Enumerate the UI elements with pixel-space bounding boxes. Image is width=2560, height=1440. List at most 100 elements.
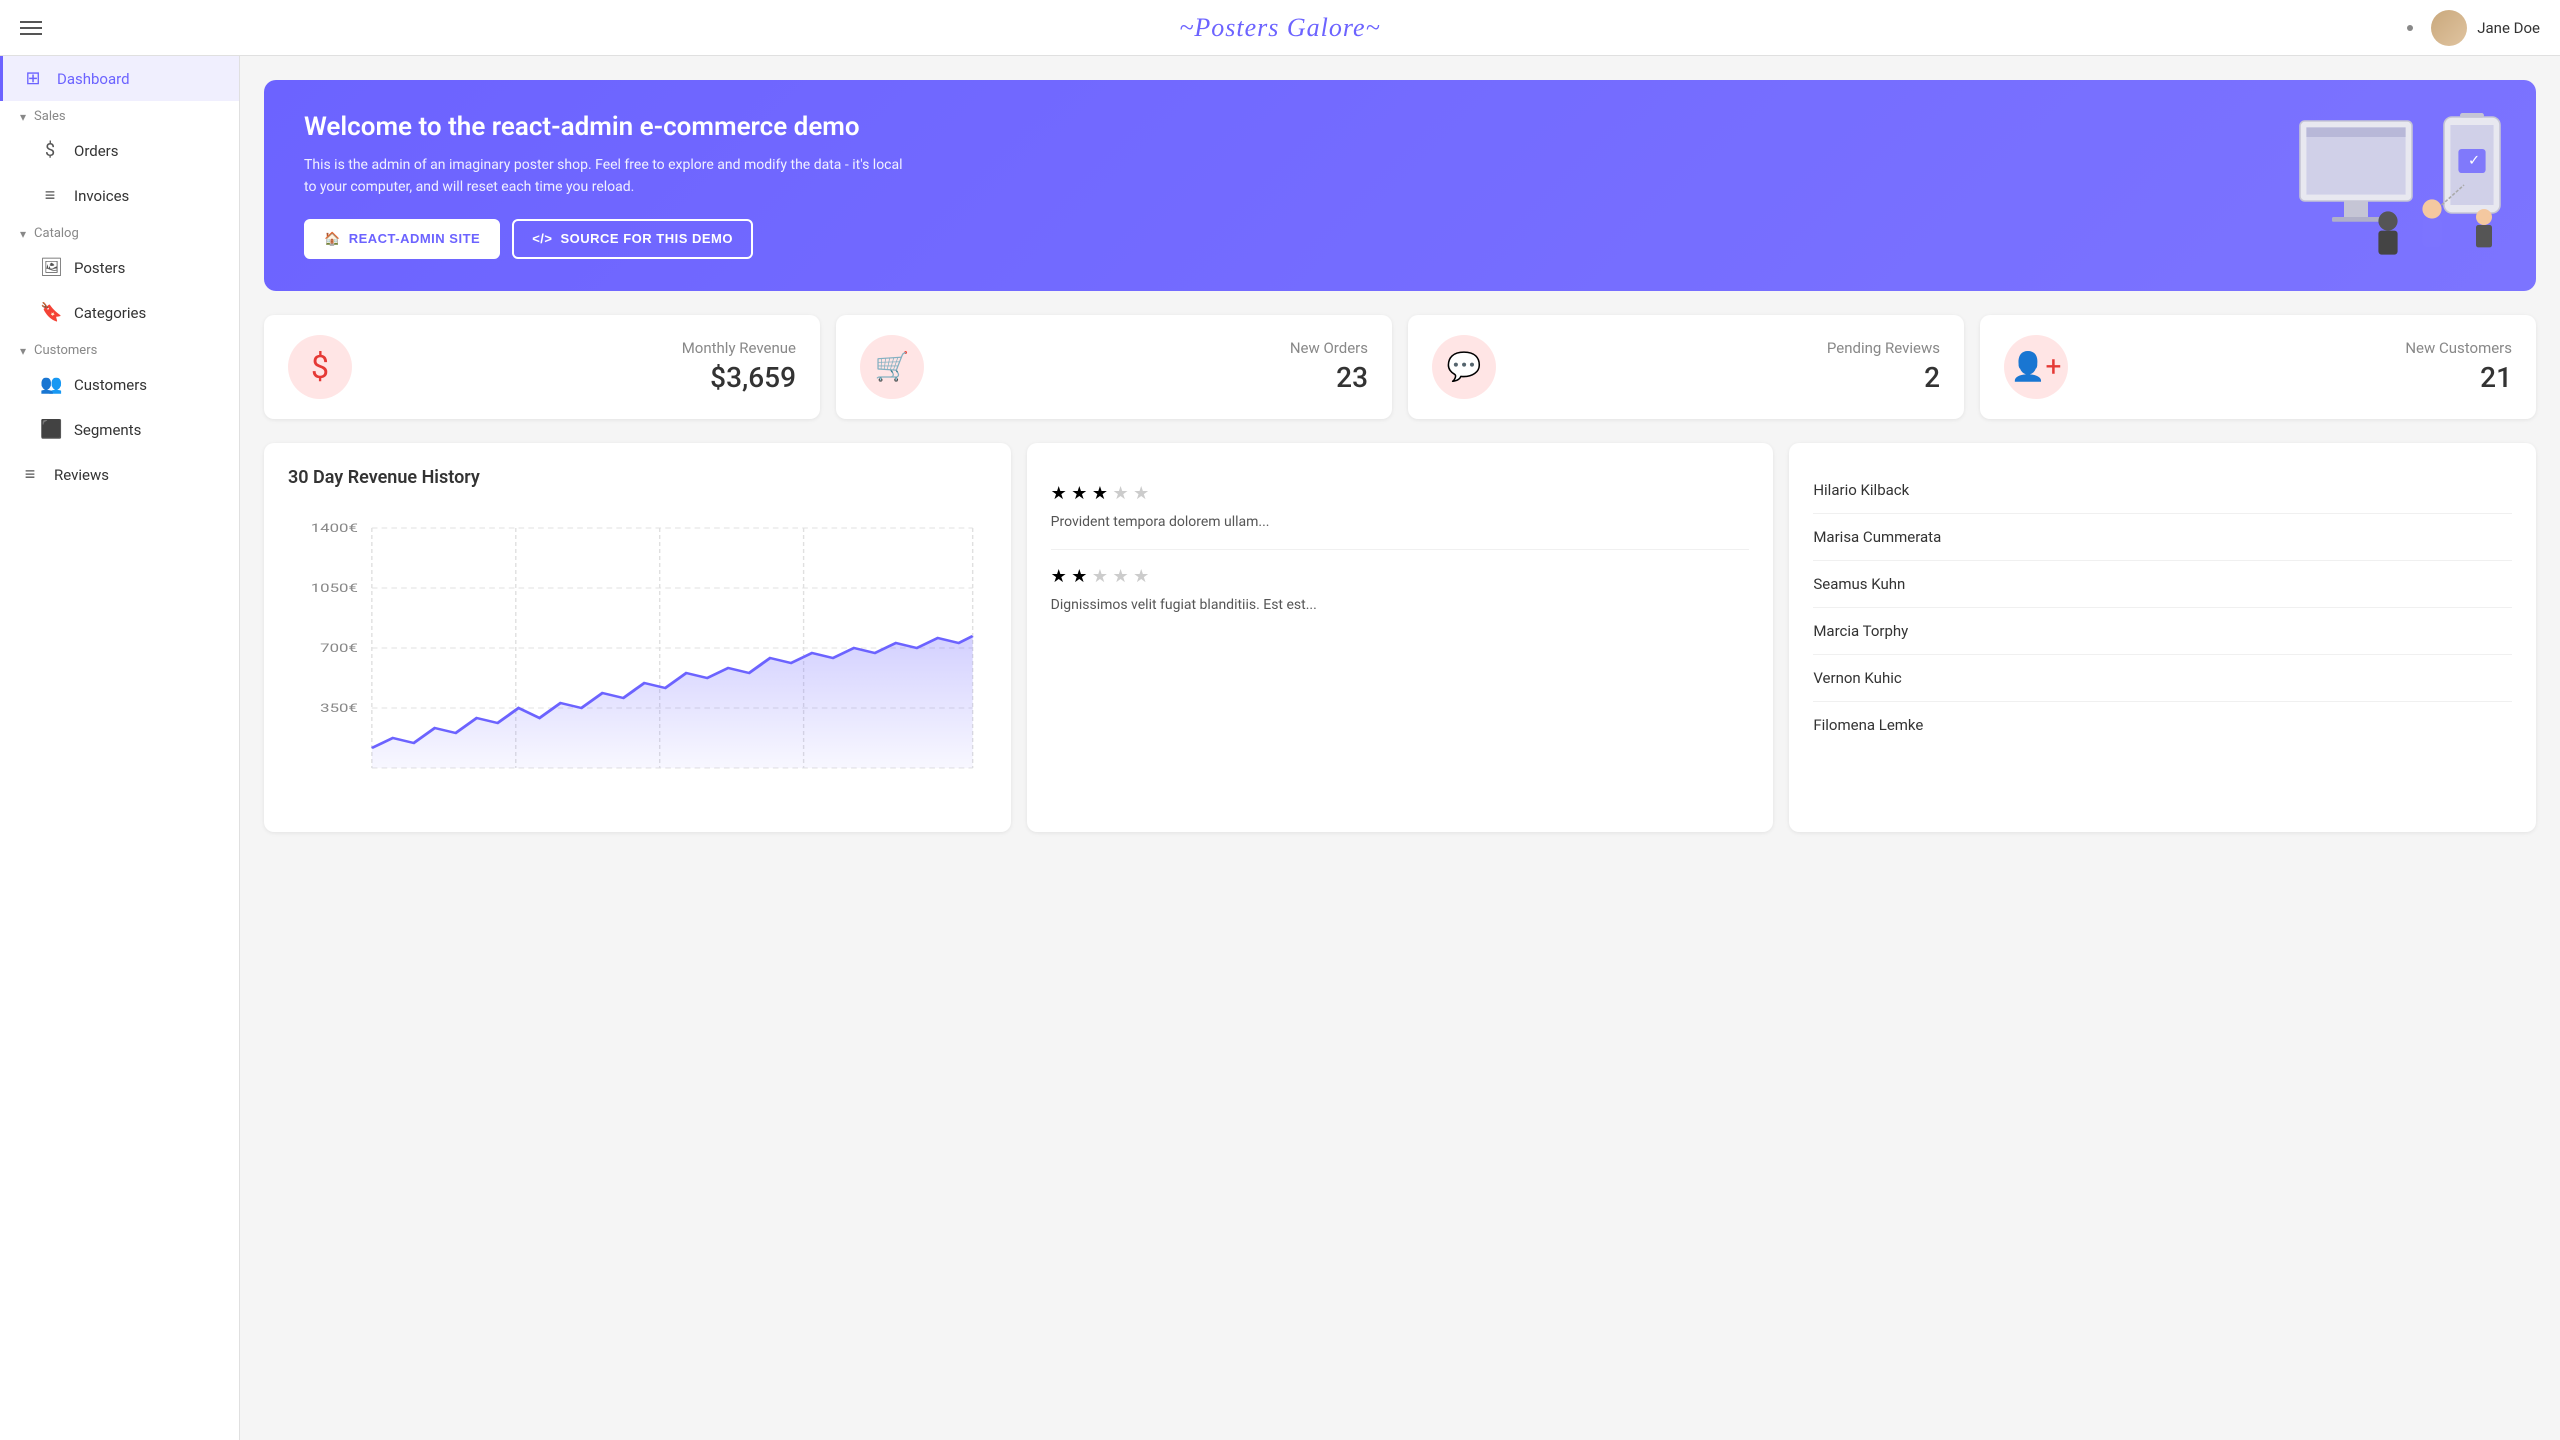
code-icon: </> <box>532 231 552 246</box>
chart-svg: 1400€ 1050€ 700€ 350€ <box>288 508 987 808</box>
review-text-2: Dignissimos velit fugiat blanditiis. Est… <box>1051 595 1750 616</box>
svg-text:1400€: 1400€ <box>311 520 358 535</box>
hamburger-menu[interactable] <box>20 21 42 35</box>
sidebar-label-reviews: Reviews <box>54 466 109 484</box>
sidebar: ⊞ Dashboard ▾ Sales $ Orders ≡ Invoices … <box>0 56 240 1440</box>
categories-icon: 🔖 <box>40 302 60 323</box>
orders-icon: $ <box>40 140 60 161</box>
sidebar-label-customers-section: Customers <box>34 343 97 358</box>
user-name: Jane Doe <box>2477 19 2540 37</box>
star-empty-2: ★ <box>1133 483 1149 504</box>
stat-card-new-customers: 👤+ New Customers 21 <box>1980 315 2536 419</box>
dashboard-icon: ⊞ <box>23 68 43 89</box>
customer-item-5[interactable]: Vernon Kuhic <box>1813 655 2512 702</box>
sidebar-item-reviews[interactable]: ≡ Reviews <box>0 452 239 497</box>
sidebar-item-posters[interactable]: 🖼 Posters <box>0 245 239 290</box>
star-2-empty-2: ★ <box>1112 566 1128 587</box>
topbar-center: ~Posters Galore~ <box>1179 13 1380 43</box>
sidebar-label-catalog: Catalog <box>34 226 79 241</box>
sidebar-section-catalog[interactable]: ▾ Catalog <box>0 218 239 245</box>
posters-icon: 🖼 <box>40 257 60 278</box>
revenue-chart-card: 30 Day Revenue History <box>264 443 1011 832</box>
chart-title: 30 Day Revenue History <box>288 467 987 488</box>
sidebar-item-categories[interactable]: 🔖 Categories <box>0 290 239 335</box>
sidebar-section-sales[interactable]: ▾ Sales <box>0 101 239 128</box>
review-item-2: ★ ★ ★ ★ ★ Dignissimos velit fugiat bland… <box>1051 550 1750 632</box>
star-2-empty-3: ★ <box>1133 566 1149 587</box>
avatar[interactable] <box>2431 10 2467 46</box>
topbar: ~Posters Galore~ Jane Doe <box>0 0 2560 56</box>
star-empty-1: ★ <box>1112 483 1128 504</box>
orders-label: New Orders <box>944 339 1368 357</box>
home-icon: 🏠 <box>324 231 341 247</box>
sidebar-label-orders: Orders <box>74 142 119 160</box>
banner-title: Welcome to the react-admin e-commerce de… <box>304 112 904 142</box>
new-customers-value: 21 <box>2088 361 2512 394</box>
review-stars-2: ★ ★ ★ ★ ★ <box>1051 566 1750 587</box>
star-1: ★ <box>1051 483 1067 504</box>
review-item-1: ★ ★ ★ ★ ★ Provident tempora dolorem ulla… <box>1051 467 1750 550</box>
reviews-icon-bg: 💬 <box>1432 335 1496 399</box>
svg-text:350€: 350€ <box>320 700 358 715</box>
customer-item-1[interactable]: Hilario Kilback <box>1813 467 2512 514</box>
revenue-info: Monthly Revenue $3,659 <box>372 339 796 394</box>
stat-card-pending-reviews: 💬 Pending Reviews 2 <box>1408 315 1964 419</box>
svg-text:700€: 700€ <box>320 640 358 655</box>
star-2-2: ★ <box>1071 566 1087 587</box>
customers-icon: 👥 <box>40 374 60 395</box>
sidebar-label-categories: Categories <box>74 304 146 322</box>
stats-row: $ Monthly Revenue $3,659 🛒 New Orders 23 <box>264 315 2536 419</box>
review-text-1: Provident tempora dolorem ullam... <box>1051 512 1750 533</box>
orders-value: 23 <box>944 361 1368 394</box>
orders-info: New Orders 23 <box>944 339 1368 394</box>
pending-reviews-card: ★ ★ ★ ★ ★ Provident tempora dolorem ulla… <box>1027 443 1774 832</box>
sidebar-label-dashboard: Dashboard <box>57 70 130 88</box>
sidebar-label-segments: Segments <box>74 421 141 439</box>
sidebar-section-customers[interactable]: ▾ Customers <box>0 335 239 362</box>
stat-card-monthly-revenue: $ Monthly Revenue $3,659 <box>264 315 820 419</box>
revenue-label: Monthly Revenue <box>372 339 796 357</box>
chevron-down-icon: ▾ <box>20 110 26 124</box>
customer-item-2[interactable]: Marisa Cummerata <box>1813 514 2512 561</box>
sidebar-label-sales: Sales <box>34 109 66 124</box>
welcome-banner: Welcome to the react-admin e-commerce de… <box>264 80 2536 291</box>
orders-icon-bg: 🛒 <box>860 335 924 399</box>
invoices-icon: ≡ <box>40 185 60 206</box>
notification-dot <box>2407 25 2413 31</box>
sidebar-item-dashboard[interactable]: ⊞ Dashboard <box>0 56 239 101</box>
sidebar-label-customers: Customers <box>74 376 147 394</box>
reviews-icon: ≡ <box>20 464 40 485</box>
revenue-icon-bg: $ <box>288 335 352 399</box>
banner-text: Welcome to the react-admin e-commerce de… <box>304 112 904 259</box>
topbar-right: Jane Doe <box>2407 10 2540 46</box>
dollar-icon: $ <box>311 348 329 386</box>
react-admin-site-button[interactable]: 🏠 REACT-ADMIN SITE <box>304 219 500 259</box>
sidebar-item-orders[interactable]: $ Orders <box>0 128 239 173</box>
svg-text:1050€: 1050€ <box>311 580 358 595</box>
sidebar-item-customers[interactable]: 👥 Customers <box>0 362 239 407</box>
app-title: ~Posters Galore~ <box>1179 13 1380 43</box>
cart-icon: 🛒 <box>875 350 910 383</box>
sidebar-item-segments[interactable]: ⬛ Segments <box>0 407 239 452</box>
topbar-left <box>20 21 42 35</box>
segments-icon: ⬛ <box>40 419 60 440</box>
sidebar-label-invoices: Invoices <box>74 187 129 205</box>
star-2-1: ★ <box>1051 566 1067 587</box>
chevron-down-icon-catalog: ▾ <box>20 227 26 241</box>
banner-illustration: ✓ <box>2276 80 2516 291</box>
banner-buttons: 🏠 REACT-ADMIN SITE </> SOURCE FOR THIS D… <box>304 219 904 259</box>
customer-item-4[interactable]: Marcia Torphy <box>1813 608 2512 655</box>
customer-item-6[interactable]: Filomena Lemke <box>1813 702 2512 748</box>
source-demo-button[interactable]: </> SOURCE FOR THIS DEMO <box>512 219 753 259</box>
new-customers-label: New Customers <box>2088 339 2512 357</box>
reviews-value: 2 <box>1516 361 1940 394</box>
chevron-down-icon-customers: ▾ <box>20 344 26 358</box>
customer-item-3[interactable]: Seamus Kuhn <box>1813 561 2512 608</box>
stat-card-new-orders: 🛒 New Orders 23 <box>836 315 1392 419</box>
banner-description: This is the admin of an imaginary poster… <box>304 154 904 199</box>
reviews-label: Pending Reviews <box>1516 339 1940 357</box>
add-user-icon: 👤+ <box>2011 350 2062 383</box>
reviews-info: Pending Reviews 2 <box>1516 339 1940 394</box>
star-2: ★ <box>1071 483 1087 504</box>
sidebar-item-invoices[interactable]: ≡ Invoices <box>0 173 239 218</box>
